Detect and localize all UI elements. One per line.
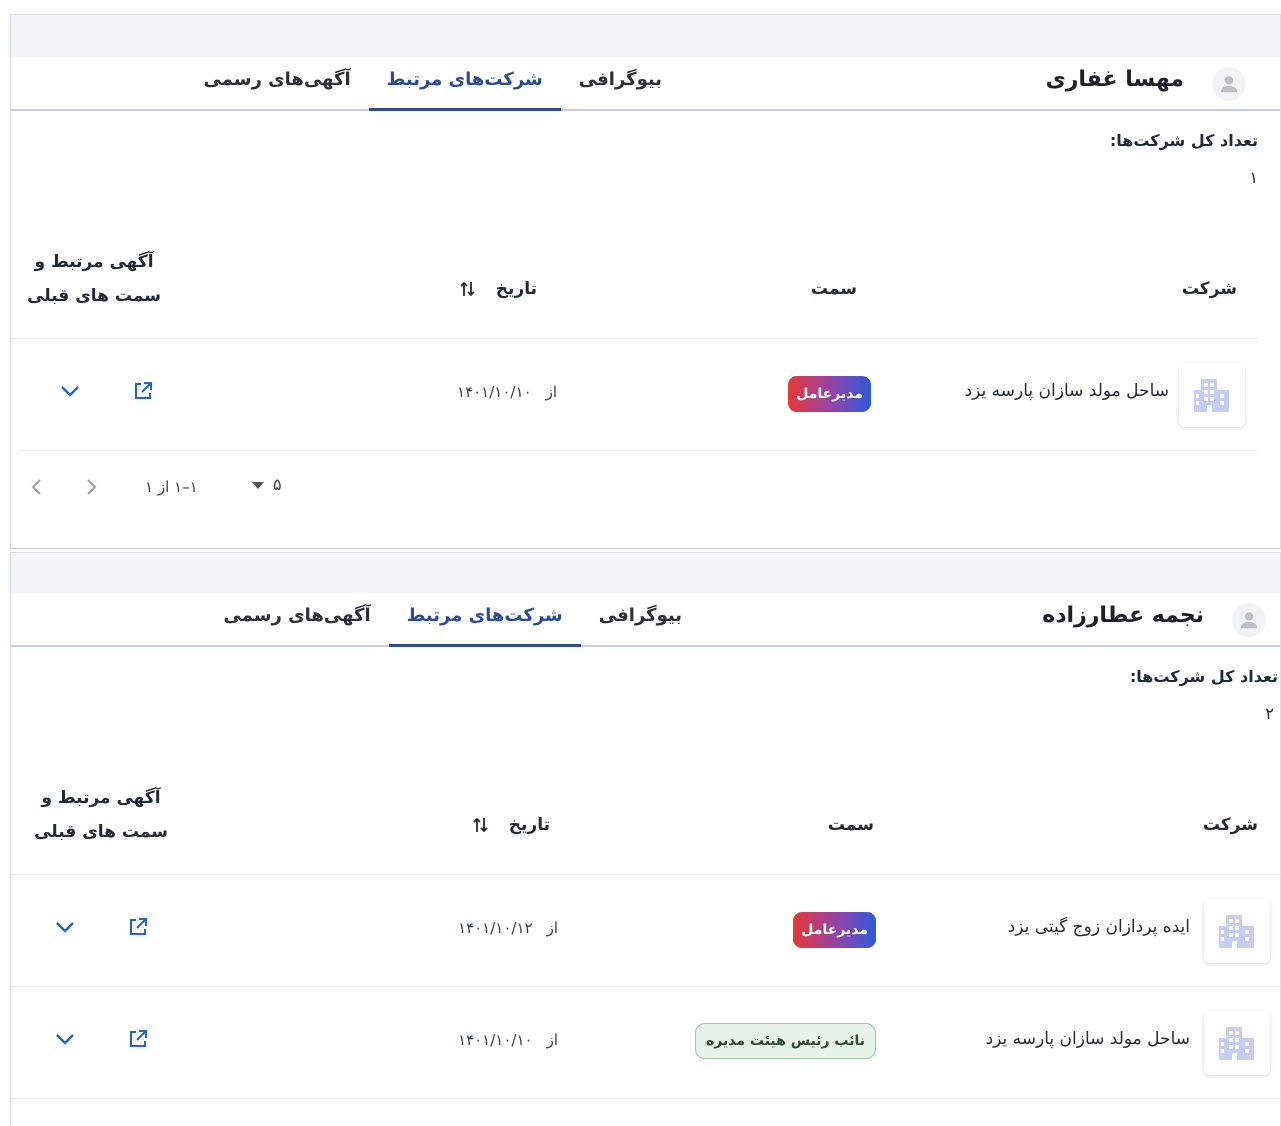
tab-related-companies[interactable]: شرکت‌های مرتبط [388, 593, 581, 647]
chevron-left-icon[interactable] [29, 477, 45, 497]
page-range: ۱–۱ از ۱ [145, 478, 198, 496]
caret-down-icon [252, 481, 264, 489]
chevron-down-icon[interactable] [59, 383, 81, 399]
panel-top-strip [11, 15, 1280, 57]
tab-bar: بیوگرافی شرکت‌های مرتبط آگهی‌های رسمی [206, 593, 700, 647]
rows-per-page-select[interactable]: ۵ [251, 475, 282, 494]
chevron-down-icon[interactable] [54, 919, 76, 935]
column-related-ads-line1: آگهی مرتبط و [34, 252, 154, 272]
tab-related-companies[interactable]: شرکت‌های مرتبط [368, 57, 561, 111]
person-name: نجمه عطارزاده [1042, 603, 1204, 628]
company-name-link[interactable]: ساحل مولد سازان پارسه یزد [965, 381, 1169, 401]
chevron-down-icon[interactable] [54, 1031, 76, 1047]
total-companies-value: ۱ [1249, 168, 1258, 187]
column-related-ads-line1: آگهی مرتبط و [41, 788, 161, 808]
panel-top-strip [11, 553, 1280, 593]
position-badge: مدیرعامل [793, 912, 876, 948]
column-related-ads: آگهی مرتبط و سمت های قبلی [27, 245, 161, 313]
rows-per-page-value: ۵ [273, 475, 282, 494]
column-company: شرکت [1202, 815, 1258, 835]
building-icon [1219, 915, 1254, 948]
company-name-link[interactable]: ساحل مولد سازان پارسه یزد [986, 1029, 1190, 1049]
table-header: شرکت سمت تاریخ آگهی مرتبط و سمت های قبلی [11, 229, 1259, 339]
table-row: ایده پردازان زوج گیتی یزد مدیرعامل از ۱۴۰… [11, 875, 1281, 987]
table-row: ساحل مولد سازان پارسه یزد نائب رئیس هیئت… [11, 987, 1281, 1099]
table-header: شرکت سمت تاریخ آگهی مرتبط و سمت های قبلی [11, 765, 1281, 875]
date-prefix: از [546, 1031, 558, 1049]
tab-bar: بیوگرافی شرکت‌های مرتبط آگهی‌های رسمی [186, 57, 680, 111]
column-date-label: تاریخ [508, 815, 550, 835]
date-value: ۱۴۰۱/۱۰/۱۰ [458, 1031, 533, 1049]
pagination: ۱–۱ از ۱ ۵ [11, 451, 1280, 523]
tab-biography[interactable]: بیوگرافی [561, 57, 680, 111]
person-header: مهسا غفاری بیوگرافی شرکت‌های مرتبط آگهی‌… [11, 57, 1280, 111]
date-value: ۱۴۰۱/۱۰/۱۲ [458, 919, 533, 937]
company-name-link[interactable]: ایده پردازان زوج گیتی یزد [1008, 917, 1190, 937]
tab-biography[interactable]: بیوگرافی [581, 593, 700, 647]
person-panel-2: نجمه عطارزاده بیوگرافی شرکت‌های مرتبط آگ… [10, 552, 1281, 1126]
external-link-icon[interactable] [126, 1027, 150, 1051]
user-icon [1240, 612, 1258, 629]
total-companies-value: ۲ [1265, 704, 1274, 723]
company-logo [1179, 363, 1245, 427]
date-prefix: از [545, 383, 557, 401]
building-icon [1194, 379, 1229, 412]
position-badge: مدیرعامل [788, 376, 871, 412]
column-related-ads: آگهی مرتبط و سمت های قبلی [34, 781, 168, 849]
position-badge: نائب رئیس هیئت مدیره [695, 1023, 876, 1059]
column-related-ads-line2: سمت های قبلی [34, 822, 168, 842]
person-name: مهسا غفاری [1045, 67, 1184, 92]
building-icon [1219, 1027, 1254, 1060]
chevron-right-icon[interactable] [83, 477, 99, 497]
external-link-icon[interactable] [126, 915, 150, 939]
avatar [1212, 67, 1246, 101]
column-company: شرکت [1181, 279, 1237, 299]
date-cell: از ۱۴۰۱/۱۰/۱۲ [458, 919, 558, 937]
user-icon [1220, 76, 1238, 93]
sort-icon[interactable] [460, 280, 476, 298]
date-prefix: از [546, 919, 558, 937]
column-position: سمت [810, 279, 857, 299]
tab-official-ads[interactable]: آگهی‌های رسمی [206, 593, 389, 647]
total-companies-label: تعداد کل شرکت‌ها: [1129, 667, 1278, 686]
person-header: نجمه عطارزاده بیوگرافی شرکت‌های مرتبط آگ… [11, 593, 1280, 647]
tab-official-ads[interactable]: آگهی‌های رسمی [186, 57, 369, 111]
table-row: ساحل مولد سازان پارسه یزد مدیرعامل از ۱۴۰… [19, 339, 1257, 451]
companies-summary: تعداد کل شرکت‌ها: ۱ [11, 111, 1280, 187]
companies-summary: تعداد کل شرکت‌ها: ۲ [11, 647, 1280, 723]
date-cell: از ۱۴۰۱/۱۰/۱۰ [457, 383, 557, 401]
column-date-label: تاریخ [495, 279, 537, 299]
external-link-icon[interactable] [131, 379, 155, 403]
company-logo [1204, 1011, 1270, 1075]
company-logo [1204, 899, 1270, 963]
column-related-ads-line2: سمت های قبلی [27, 286, 161, 306]
date-cell: از ۱۴۰۱/۱۰/۱۰ [458, 1031, 558, 1049]
column-date[interactable]: تاریخ [473, 815, 550, 835]
sort-icon[interactable] [473, 816, 489, 834]
column-position: سمت [827, 815, 874, 835]
person-panel-1: مهسا غفاری بیوگرافی شرکت‌های مرتبط آگهی‌… [10, 14, 1281, 549]
total-companies-label: تعداد کل شرکت‌ها: [1109, 131, 1258, 150]
column-date[interactable]: تاریخ [460, 279, 537, 299]
date-value: ۱۴۰۱/۱۰/۱۰ [457, 383, 532, 401]
avatar [1232, 603, 1266, 637]
